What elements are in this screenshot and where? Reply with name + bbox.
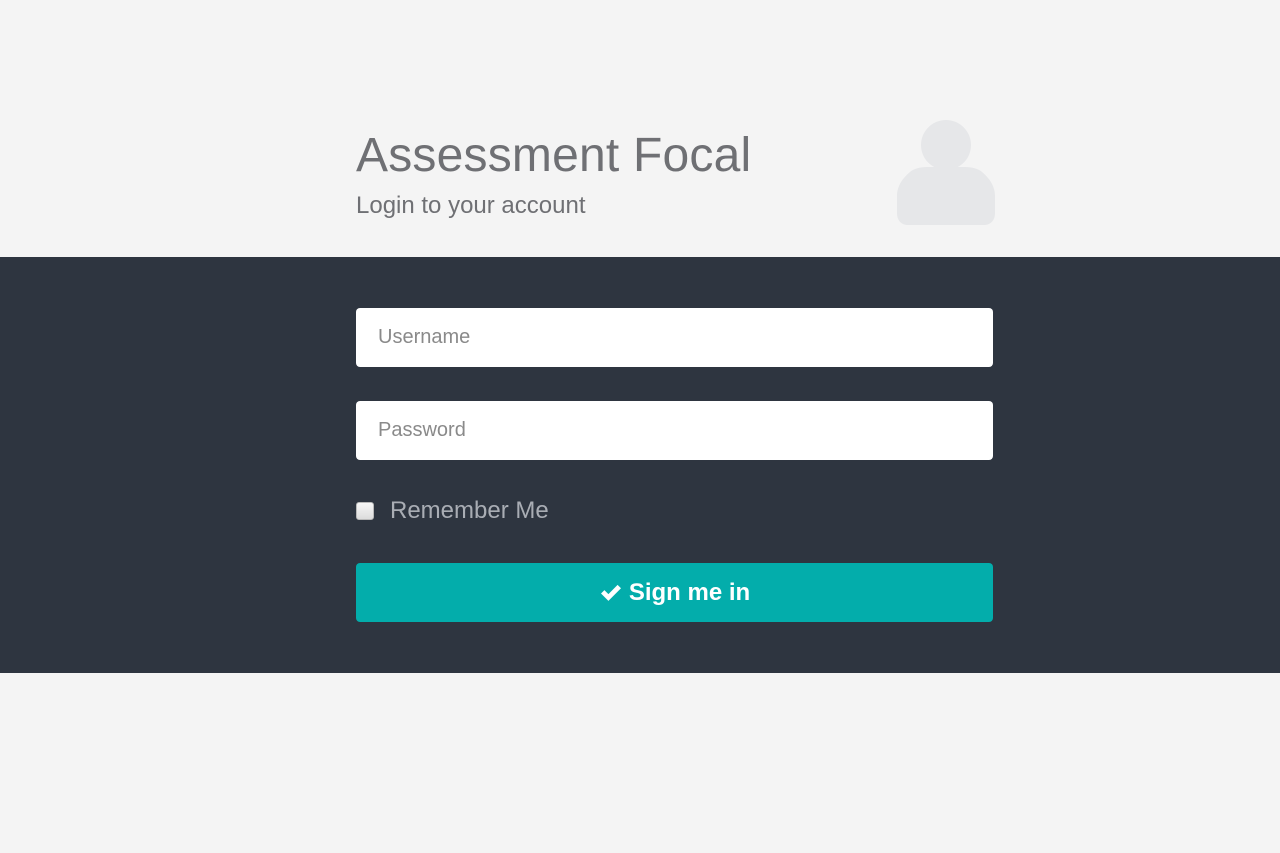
remember-me-checkbox[interactable] [356, 502, 374, 520]
remember-me-option[interactable]: Remember Me [356, 497, 549, 525]
login-form-section: Remember Me Sign me in [0, 257, 1280, 673]
user-icon [897, 120, 995, 225]
sign-in-button[interactable]: Sign me in [356, 563, 993, 622]
username-input[interactable] [356, 308, 993, 367]
sign-in-label: Sign me in [628, 578, 751, 606]
app-title: Assessment Focal [356, 129, 752, 182]
remember-me-label: Remember Me [390, 497, 549, 524]
password-input[interactable] [356, 401, 993, 460]
login-header: Assessment Focal Login to your account [0, 0, 1280, 257]
login-subtitle: Login to your account [356, 192, 586, 219]
check-icon [600, 584, 621, 601]
login-page: Assessment Focal Login to your account R… [0, 0, 1280, 853]
